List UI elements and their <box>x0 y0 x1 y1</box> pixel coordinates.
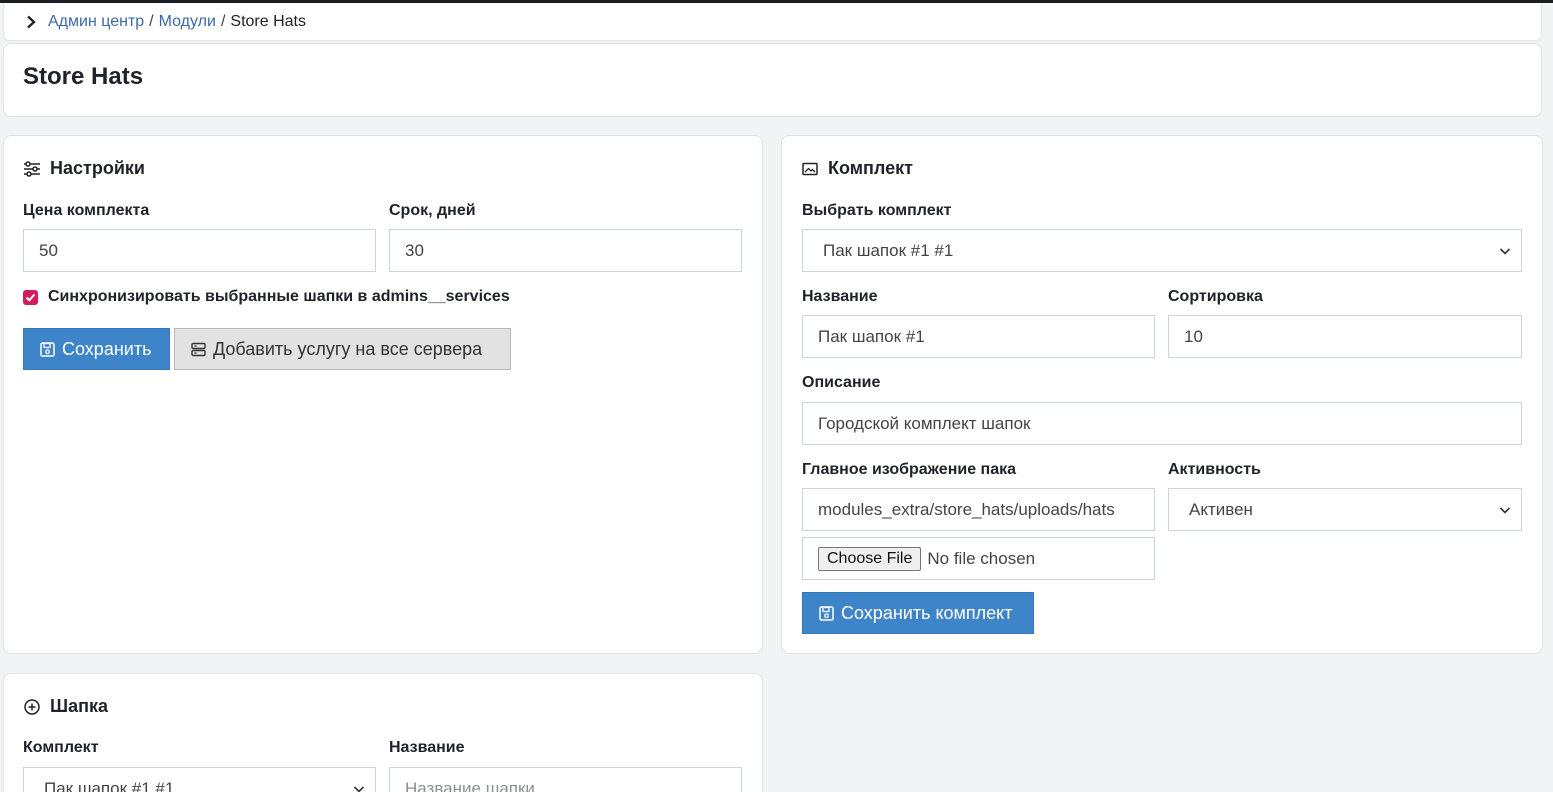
floppy-disk-icon <box>40 341 55 357</box>
kit-desc-input[interactable]: Городской комплект шапок <box>802 402 1522 445</box>
chevron-down-icon <box>1499 507 1511 514</box>
kit-sort-label: Сортировка <box>1168 288 1263 305</box>
kit-select-label: Выбрать комплект <box>802 202 952 219</box>
chevron-right-icon <box>27 15 36 28</box>
hat-kit-select[interactable]: Пак шапок #1 #1 <box>23 767 376 792</box>
add-service-button[interactable]: Добавить услугу на все сервера <box>174 328 511 370</box>
kit-active-value: Активен <box>1189 499 1253 519</box>
save-settings-label: Сохранить <box>62 338 152 359</box>
save-kit-label: Сохранить комплект <box>841 602 1013 623</box>
kit-select-value: Пак шапок #1 #1 <box>823 240 954 260</box>
kit-name-label: Название <box>802 288 878 305</box>
kit-heading-text: Комплект <box>828 158 913 178</box>
chevron-down-icon <box>1499 248 1511 255</box>
check-icon <box>25 293 36 302</box>
sliders-icon <box>24 160 40 177</box>
kit-name-input[interactable]: Пак шапок #1 <box>802 315 1155 358</box>
kit-desc-label: Описание <box>802 374 881 391</box>
kit-sort-input[interactable]: 10 <box>1168 315 1522 358</box>
kit-heading: Комплект <box>801 158 913 179</box>
breadcrumb-separator: / <box>149 12 154 30</box>
sync-checkbox[interactable] <box>23 289 38 305</box>
price-input[interactable]: 50 <box>23 229 376 272</box>
kit-select[interactable]: Пак шапок #1 #1 <box>802 229 1522 272</box>
hat-kit-value: Пак шапок #1 #1 <box>44 778 175 792</box>
save-settings-button[interactable]: Сохранить <box>23 328 170 370</box>
breadcrumb-current: Store Hats <box>230 12 306 30</box>
settings-heading-text: Настройки <box>50 158 145 178</box>
page-title: Store Hats <box>23 63 144 90</box>
price-label: Цена комплекта <box>23 202 150 219</box>
choose-file-button[interactable]: Choose File <box>818 546 922 571</box>
hat-kit-label: Комплект <box>23 739 99 756</box>
server-icon <box>191 342 206 356</box>
floppy-disk-icon <box>819 605 834 621</box>
settings-heading: Настройки <box>23 158 145 179</box>
settings-card: Настройки Цена комплекта 50 Срок, дней 3… <box>3 135 763 654</box>
kit-image-file-input: Choose File No file chosen <box>802 537 1155 580</box>
kit-image-input[interactable]: modules_extra/store_hats/uploads/hats <box>802 488 1155 531</box>
add-service-label: Добавить услугу на все сервера <box>213 338 483 359</box>
breadcrumb: Админ центр / Модули / Store Hats <box>3 3 1542 41</box>
sync-checkbox-label: Синхронизировать выбранные шапки в admin… <box>48 288 510 305</box>
days-input[interactable]: 30 <box>389 229 742 272</box>
kit-card: Комплект Выбрать комплект Пак шапок #1 #… <box>781 135 1543 654</box>
kit-active-select[interactable]: Активен <box>1168 488 1522 531</box>
plus-circle-icon <box>24 698 40 715</box>
breadcrumb-separator: / <box>220 12 226 30</box>
days-label: Срок, дней <box>389 202 476 219</box>
hat-name-input[interactable]: Название шапки <box>389 767 742 792</box>
sync-checkbox-row: Синхронизировать выбранные шапки в admin… <box>23 288 510 306</box>
breadcrumb-admin-center-link[interactable]: Админ центр <box>48 13 144 31</box>
hat-heading-text: Шапка <box>50 696 108 716</box>
file-status: No file chosen <box>927 548 1036 568</box>
chevron-down-icon <box>353 786 365 792</box>
hat-name-label: Название <box>389 739 465 756</box>
image-icon <box>802 162 818 175</box>
hat-heading: Шапка <box>23 696 108 717</box>
breadcrumb-modules-link[interactable]: Модули <box>159 13 216 31</box>
hat-card: Шапка Комплект Пак шапок #1 #1 Название … <box>3 673 763 792</box>
kit-image-label: Главное изображение пака <box>802 461 1017 478</box>
save-kit-button[interactable]: Сохранить комплект <box>802 592 1034 634</box>
page-title-card: Store Hats <box>3 43 1542 117</box>
kit-active-label: Активность <box>1168 461 1261 478</box>
